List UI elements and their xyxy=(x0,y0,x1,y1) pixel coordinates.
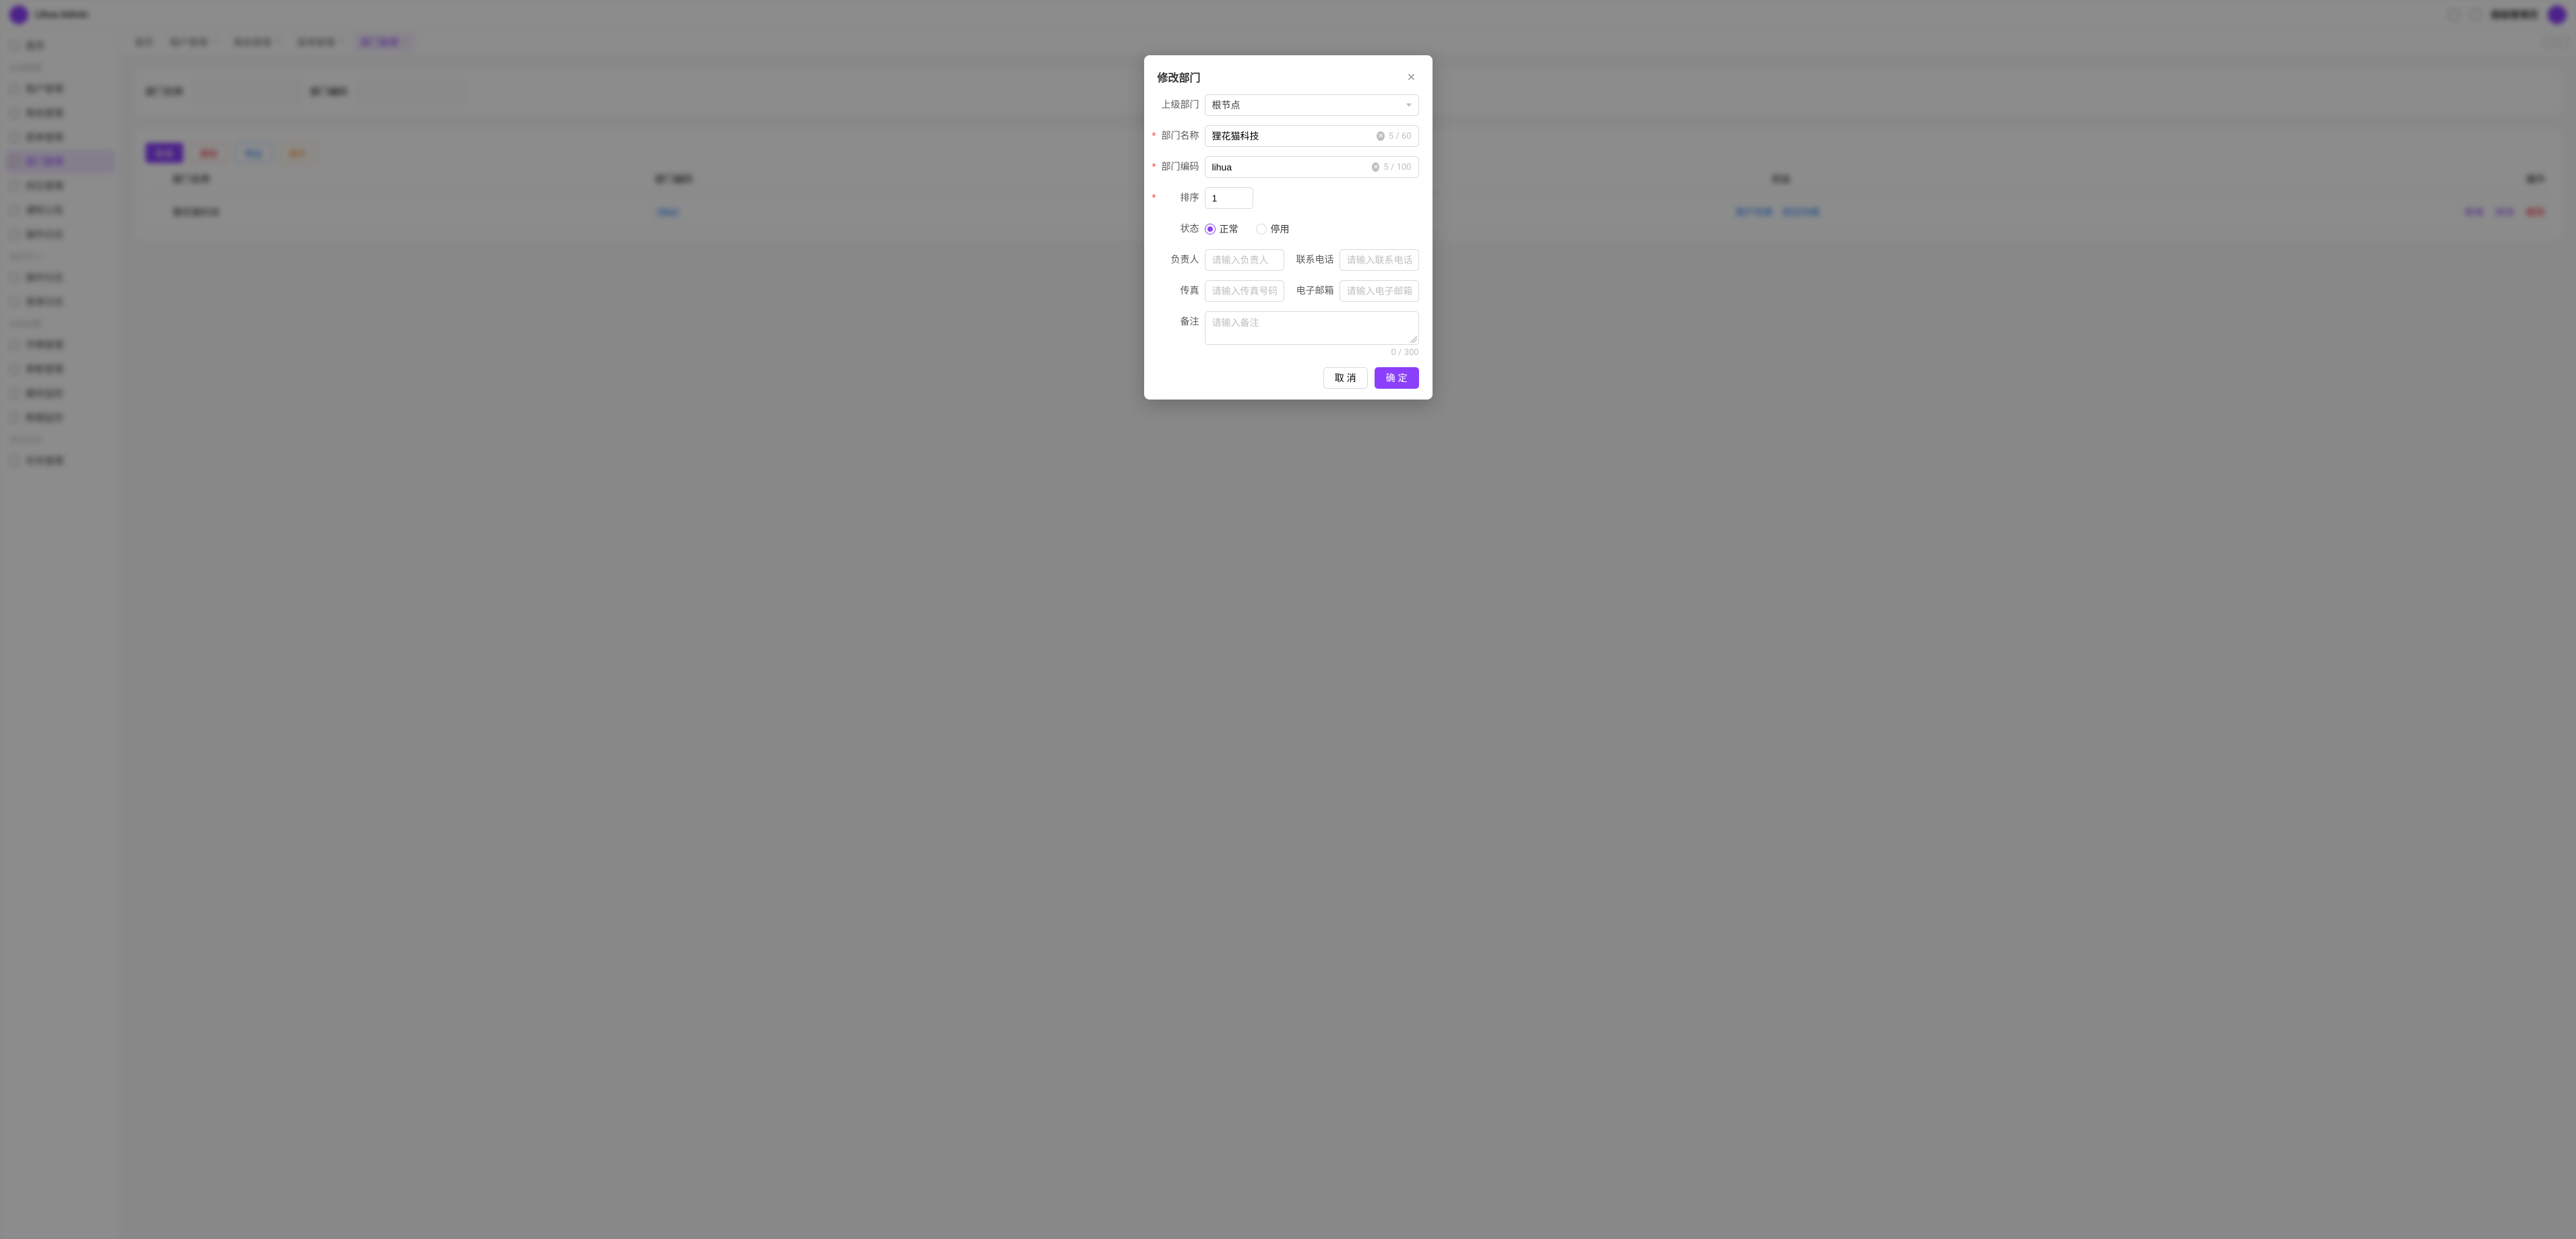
fax-field[interactable] xyxy=(1205,280,1284,302)
status-normal-label: 正常 xyxy=(1220,222,1238,236)
edit-dept-modal: 修改部门 ✕ 上级部门 根节点 部门名称 ✕ 5 / 60 部门编码 xyxy=(1144,55,1433,400)
label-leader: 负责人 xyxy=(1158,249,1199,271)
parent-dept-select[interactable]: 根节点 xyxy=(1205,94,1419,116)
ok-button[interactable]: 确 定 xyxy=(1375,367,1419,389)
modal-close-button[interactable]: ✕ xyxy=(1404,69,1419,84)
resize-handle-icon[interactable] xyxy=(1410,336,1417,343)
dept-name-input[interactable] xyxy=(1212,126,1375,146)
label-email: 电子邮箱 xyxy=(1292,280,1334,302)
status-disabled-radio[interactable]: 停用 xyxy=(1256,222,1290,236)
leader-input[interactable] xyxy=(1212,250,1277,270)
close-icon: ✕ xyxy=(1407,71,1416,84)
dept-name-field[interactable]: ✕ 5 / 60 xyxy=(1205,125,1419,147)
leader-field[interactable] xyxy=(1205,249,1284,271)
clear-icon[interactable]: ✕ xyxy=(1372,162,1379,172)
label-order: 排序 xyxy=(1158,187,1199,209)
modal-title: 修改部门 xyxy=(1158,69,1201,85)
phone-input[interactable] xyxy=(1347,250,1412,270)
order-field[interactable] xyxy=(1205,187,1253,209)
label-parent: 上级部门 xyxy=(1158,94,1199,116)
label-status: 状态 xyxy=(1158,218,1199,240)
clear-icon[interactable]: ✕ xyxy=(1377,131,1384,141)
label-phone: 联系电话 xyxy=(1292,249,1334,271)
remark-input[interactable] xyxy=(1212,316,1412,338)
fax-input[interactable] xyxy=(1212,281,1277,301)
email-field[interactable] xyxy=(1340,280,1419,302)
parent-dept-value: 根节点 xyxy=(1212,98,1240,112)
remark-field[interactable] xyxy=(1205,311,1419,345)
radio-dot-icon xyxy=(1256,224,1267,234)
remark-counter: 0 / 300 xyxy=(1205,348,1419,358)
label-code: 部门编码 xyxy=(1158,156,1199,178)
status-disabled-label: 停用 xyxy=(1271,222,1290,236)
status-normal-radio[interactable]: 正常 xyxy=(1205,222,1238,236)
phone-field[interactable] xyxy=(1340,249,1419,271)
name-counter: 5 / 60 xyxy=(1389,131,1412,141)
code-counter: 5 / 100 xyxy=(1383,162,1411,172)
label-name: 部门名称 xyxy=(1158,125,1199,147)
dept-code-input[interactable] xyxy=(1212,157,1370,177)
order-input[interactable] xyxy=(1212,188,1246,208)
label-remark: 备注 xyxy=(1158,311,1199,333)
cancel-button[interactable]: 取 消 xyxy=(1323,367,1368,389)
radio-dot-icon xyxy=(1205,224,1216,234)
email-input[interactable] xyxy=(1347,281,1412,301)
chevron-down-icon xyxy=(1406,104,1412,107)
dept-code-field[interactable]: ✕ 5 / 100 xyxy=(1205,156,1419,178)
label-fax: 传真 xyxy=(1158,280,1199,302)
